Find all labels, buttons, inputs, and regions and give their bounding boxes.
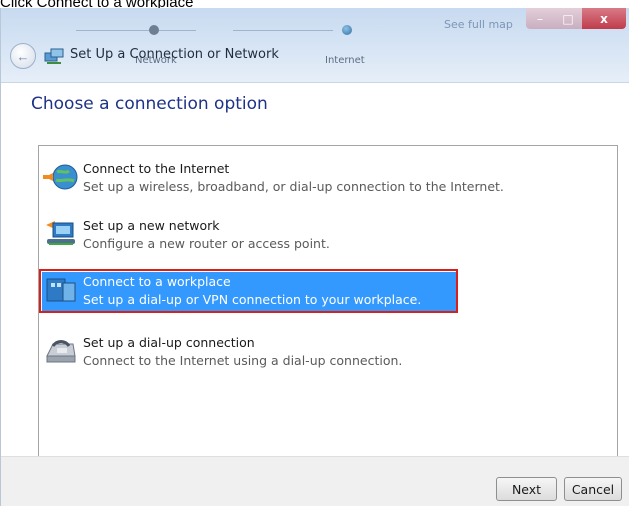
router-icon	[46, 221, 75, 245]
option-connect-workplace[interactable]: Connect to a workplace Set up a dial-up …	[39, 267, 617, 317]
back-arrow-icon[interactable]: ←	[10, 43, 36, 69]
option-new-network[interactable]: Set up a new network Configure a new rou…	[39, 211, 617, 261]
option-title: Set up a dial-up connection	[83, 335, 255, 350]
option-title: Set up a new network	[83, 218, 220, 233]
network-app-icon	[44, 48, 64, 64]
window-title: Set Up a Connection or Network	[70, 47, 279, 62]
dialog-footer: Next Cancel	[1, 456, 629, 506]
option-title: Connect to a workplace	[83, 274, 231, 289]
close-button[interactable]: x	[582, 8, 626, 29]
computer-map-icon	[149, 25, 159, 35]
connection-options-list: Connect to the Internet Set up a wireles…	[38, 145, 618, 458]
title-bar: Network Internet See full map – □ x ← Se…	[1, 8, 629, 83]
fax-modem-icon	[46, 340, 76, 363]
next-button[interactable]: Next	[496, 477, 557, 501]
window-controls: – □ x	[526, 8, 626, 30]
internet-globe-map-icon	[342, 25, 352, 35]
option-title: Connect to the Internet	[83, 161, 230, 176]
globe-connect-icon	[43, 164, 78, 190]
option-description: Set up a wireless, broadband, or dial-up…	[83, 179, 504, 194]
cancel-button[interactable]: Cancel	[564, 477, 622, 501]
page-title: Choose a connection option	[31, 94, 268, 114]
network-map-line	[76, 30, 196, 31]
network-map-line	[233, 30, 333, 31]
option-dialup[interactable]: Set up a dial-up connection Connect to t…	[39, 328, 617, 378]
map-label-internet: Internet	[325, 55, 365, 66]
minimize-button[interactable]: –	[526, 8, 554, 29]
see-full-map-link[interactable]: See full map	[444, 18, 513, 31]
option-description: Set up a dial-up or VPN connection to yo…	[83, 292, 422, 307]
option-description: Configure a new router or access point.	[83, 236, 330, 251]
option-connect-internet[interactable]: Connect to the Internet Set up a wireles…	[39, 154, 617, 204]
setup-connection-window: Network Internet See full map – □ x ← Se…	[0, 8, 629, 506]
workplace-icon	[46, 278, 76, 302]
option-description: Connect to the Internet using a dial-up …	[83, 353, 403, 368]
maximize-button[interactable]: □	[554, 8, 582, 29]
